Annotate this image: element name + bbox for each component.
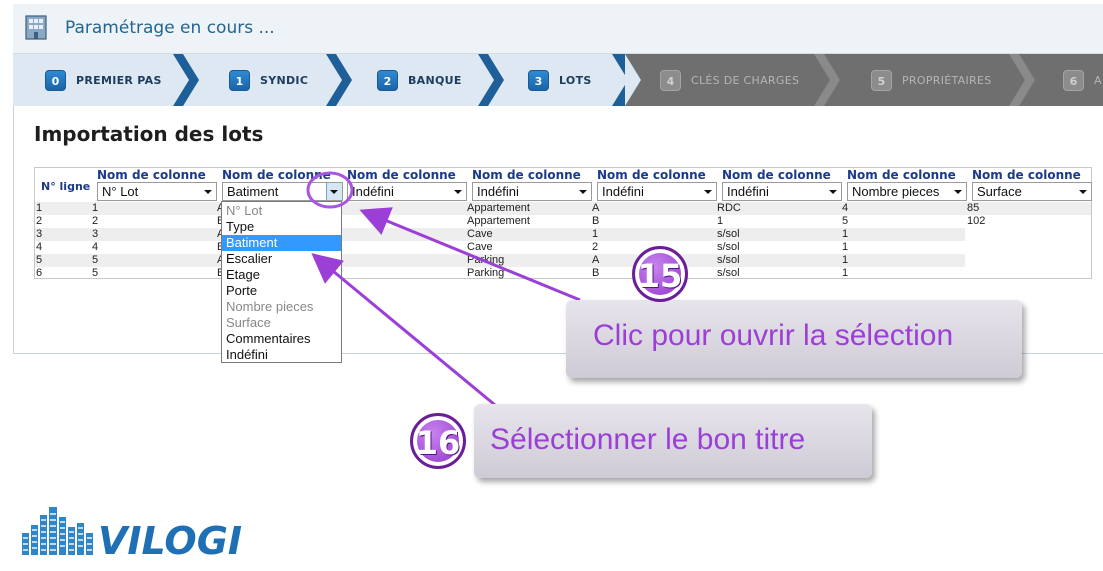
badge-number: 16 <box>415 424 461 462</box>
callout-select-title: Sélectionner le bon titre <box>474 404 872 478</box>
callout-text: Clic pour ouvrir la sélection <box>593 319 954 352</box>
brand-name: VILOGI <box>98 519 242 558</box>
annotation-arrows <box>306 171 581 407</box>
callout-open-selection: Clic pour ouvrir la sélection <box>566 300 1022 378</box>
vilogi-logo: VILOGI <box>22 507 242 558</box>
screen: Paramétrage en cours ... 0 PREMIER PAS 1… <box>0 0 1103 571</box>
step-badge-16: 16 <box>410 413 466 469</box>
arrow-15 <box>359 207 581 302</box>
callout-text: Sélectionner le bon titre <box>490 423 806 456</box>
step-badge-15: 15 <box>632 246 688 302</box>
badge-number: 15 <box>637 257 683 295</box>
arrow-16 <box>311 253 496 407</box>
highlight-circle <box>306 171 354 209</box>
